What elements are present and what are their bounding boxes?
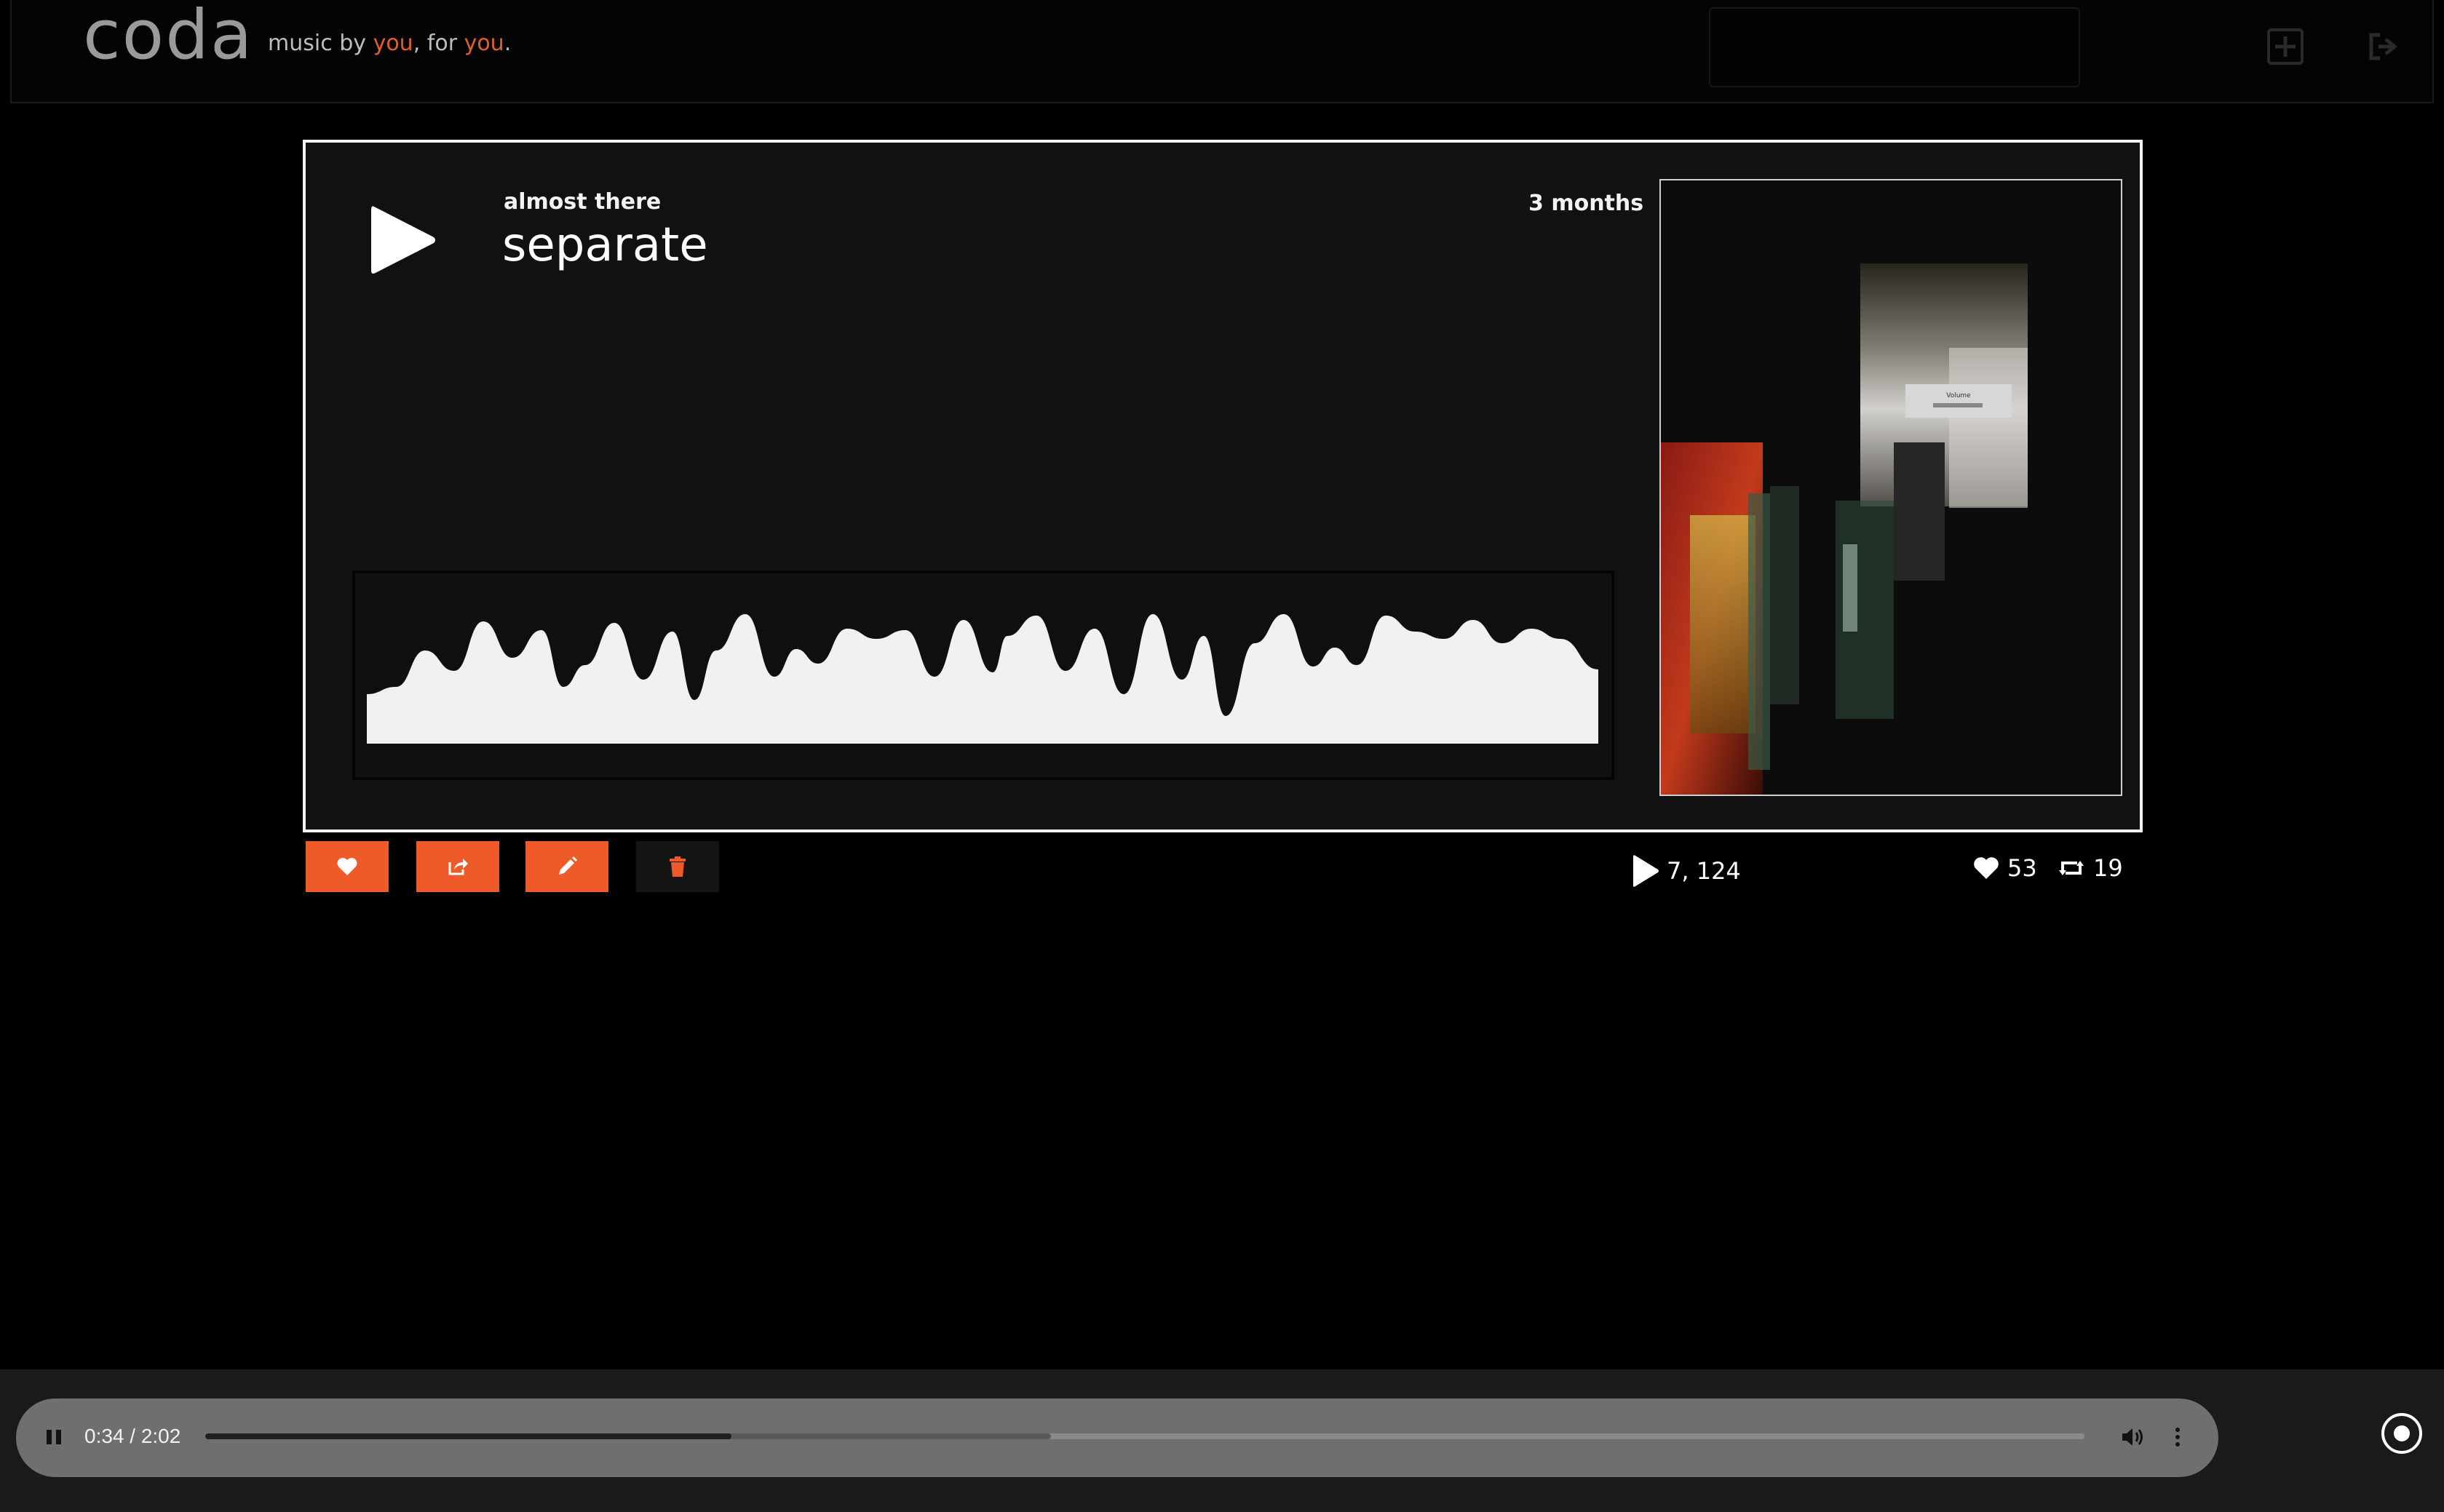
more-options-icon[interactable] [2169, 1420, 2186, 1454]
play-track-button[interactable] [368, 202, 438, 278]
play-count: 7, 124 [1630, 854, 1741, 888]
heart-icon [337, 858, 357, 875]
tagline-accent: you [464, 31, 504, 56]
playback-time: 0:34 / 2:02 [84, 1425, 181, 1447]
track-title[interactable]: separate [502, 218, 708, 272]
cover-volume-label: Volume [1946, 392, 1971, 399]
tagline-text: , for [413, 31, 464, 56]
share-button[interactable] [416, 841, 499, 892]
track-age: 3 months [1528, 191, 1644, 216]
record-icon[interactable] [2380, 1412, 2424, 1455]
repost-icon [2059, 861, 2084, 875]
edit-button[interactable] [525, 841, 608, 892]
delete-button[interactable] [636, 841, 719, 892]
repost-count: 19 [2057, 854, 2123, 882]
sign-out-icon[interactable] [2365, 29, 2400, 64]
share-icon [448, 859, 468, 875]
search-box[interactable] [1709, 7, 2080, 87]
cover-artwork: Volume [1661, 180, 2121, 795]
app-logo[interactable]: coda [83, 0, 253, 75]
play-count-value: 7, 124 [1667, 857, 1741, 885]
play-count-icon [1633, 855, 1659, 887]
album-cover: Volume [1659, 179, 2122, 796]
pencil-icon [559, 856, 577, 875]
tagline-text: . [504, 31, 512, 56]
like-button[interactable] [306, 841, 389, 892]
like-count: 53 [1972, 854, 2037, 882]
seek-progress [205, 1433, 731, 1439]
waveform-shape [367, 614, 1598, 744]
cover-volume-overlay [1905, 384, 2012, 418]
tagline-accent: you [373, 31, 413, 56]
waveform[interactable] [367, 607, 1598, 747]
like-count-value: 53 [2007, 854, 2037, 882]
repost-count-value: 19 [2093, 854, 2123, 882]
app-tagline: music by you, for you. [268, 31, 511, 56]
trash-icon [670, 856, 686, 877]
track-artist[interactable]: almost there [504, 189, 661, 215]
tagline-text: music by [268, 31, 373, 56]
like-count-icon [1974, 857, 1999, 879]
volume-icon[interactable] [2118, 1420, 2147, 1454]
pause-button[interactable] [38, 1420, 70, 1454]
plus-square-icon[interactable] [2266, 28, 2304, 65]
